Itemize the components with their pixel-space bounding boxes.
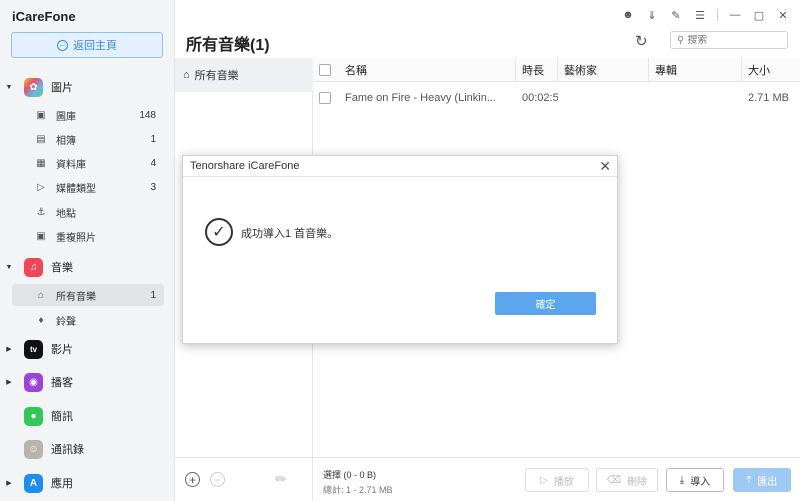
app-window: iCareFone ← 返回主頁 ▼ ✿ 圖片 ▣ 圖庫 148 ▤ 相簿 1 … — [0, 0, 800, 501]
dialog-divider — [183, 176, 617, 177]
dialog-close-icon[interactable]: ✕ — [599, 158, 611, 175]
checkmark-icon: ✓ — [205, 218, 233, 246]
ok-button[interactable]: 確定 — [495, 292, 596, 315]
dialog-message: 成功導入1 首音樂。 — [241, 228, 339, 240]
success-dialog: Tenorshare iCareFone ✕ ✓ 成功導入1 首音樂。 確定 — [182, 155, 618, 344]
dialog-title: Tenorshare iCareFone — [190, 160, 300, 172]
modal-overlay: Tenorshare iCareFone ✕ ✓ 成功導入1 首音樂。 確定 — [0, 0, 800, 501]
